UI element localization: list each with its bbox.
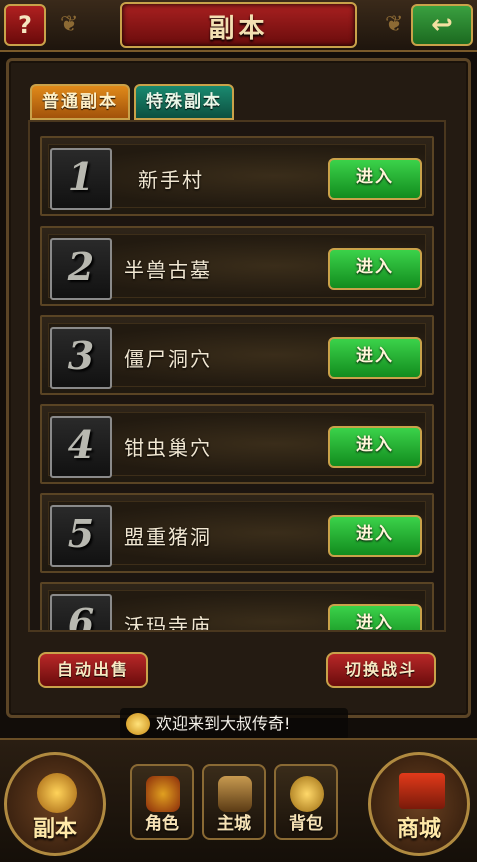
bubble-icon <box>126 713 150 735</box>
enter-button[interactable]: 进入 <box>328 337 422 379</box>
enter-button[interactable]: 进入 <box>328 426 422 468</box>
dungeon-number: 1 <box>50 148 112 210</box>
enter-button[interactable]: 进入 <box>328 604 422 630</box>
dungeon-row: 3 僵尸洞穴 进入 <box>40 315 434 395</box>
tab-special-dungeon[interactable]: 特殊副本 <box>134 84 234 120</box>
page-title: 副本 <box>208 14 269 44</box>
tab-normal-dungeon[interactable]: 普通副本 <box>30 84 130 120</box>
back-button[interactable]: ↩ <box>411 4 473 46</box>
helmet-icon <box>146 776 180 812</box>
dungeon-name: 沃玛寺庙 <box>124 614 212 632</box>
nav-label: 角色 <box>145 814 179 834</box>
dungeon-row: 1 新手村 进入 <box>40 136 434 216</box>
enter-button[interactable]: 进入 <box>328 158 422 200</box>
dungeon-number: 2 <box>50 238 112 300</box>
auto-sell-button[interactable]: 自动出售 <box>38 652 148 688</box>
nav-label: 背包 <box>289 814 323 834</box>
nav-label: 副本 <box>32 817 77 842</box>
dungeon-icon <box>37 773 77 813</box>
dungeon-row: 2 半兽古墓 进入 <box>40 226 434 306</box>
nav-dungeon[interactable]: 副本 <box>4 752 106 856</box>
dungeon-number: 4 <box>50 416 112 478</box>
dungeon-row: 6 沃玛寺庙 进入 <box>40 582 434 632</box>
nav-character[interactable]: 角色 <box>130 764 194 840</box>
nav-bag[interactable]: 背包 <box>274 764 338 840</box>
dungeon-name: 钳虫巢穴 <box>124 436 212 460</box>
dungeon-list[interactable]: 1 新手村 进入 2 半兽古墓 进入 3 僵尸洞穴 进入 4 钳虫巢穴 进入 5… <box>28 120 446 632</box>
dungeon-name: 半兽古墓 <box>124 258 212 282</box>
enter-button[interactable]: 进入 <box>328 248 422 290</box>
bag-icon <box>290 776 324 812</box>
nav-label: 商城 <box>396 817 441 842</box>
dungeon-row: 4 钳虫巢穴 进入 <box>40 404 434 484</box>
dungeon-number: 3 <box>50 327 112 389</box>
ornament-right-icon: ❦ <box>385 12 404 37</box>
nav-main-city[interactable]: 主城 <box>202 764 266 840</box>
dungeon-number: 6 <box>50 594 112 630</box>
help-button[interactable]: ? <box>4 4 46 46</box>
dungeon-number: 5 <box>50 505 112 567</box>
shop-icon <box>399 773 445 809</box>
notice-message: 欢迎来到大叔传奇! <box>120 708 348 740</box>
ornament-left-icon: ❦ <box>60 12 79 37</box>
nav-label: 主城 <box>217 814 251 834</box>
dungeon-name: 新手村 <box>138 168 204 192</box>
dungeon-name: 盟重猪洞 <box>124 525 212 549</box>
enter-button[interactable]: 进入 <box>328 515 422 557</box>
switch-battle-button[interactable]: 切换战斗 <box>326 652 436 688</box>
city-icon <box>218 776 252 812</box>
dungeon-name: 僵尸洞穴 <box>124 347 212 371</box>
nav-shop[interactable]: 商城 <box>368 752 470 856</box>
dungeon-row: 5 盟重猪洞 进入 <box>40 493 434 573</box>
